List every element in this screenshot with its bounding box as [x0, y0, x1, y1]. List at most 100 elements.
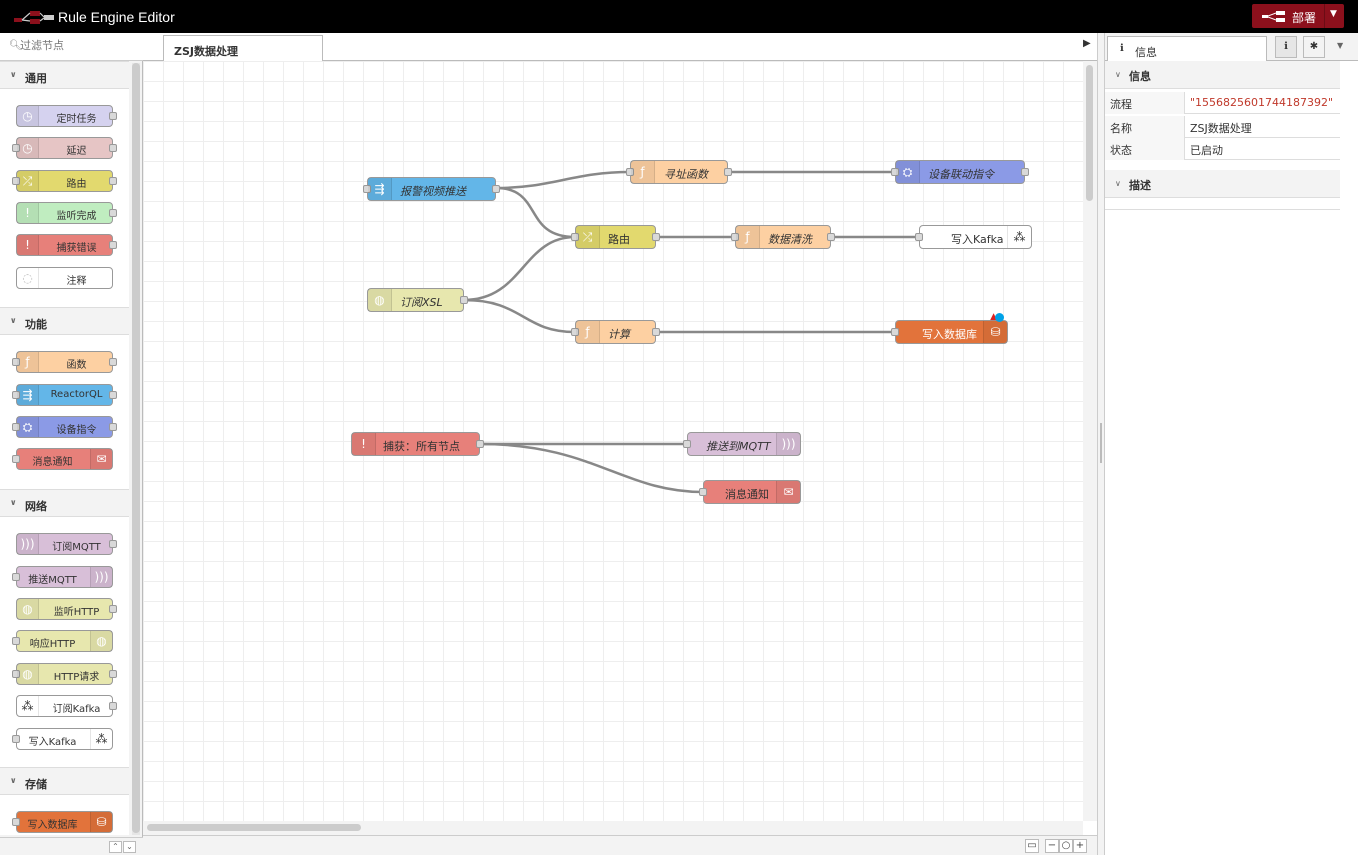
palette-node-label: ReactorQL [50, 389, 103, 400]
splitter-grip[interactable] [1100, 423, 1102, 463]
flow-node-address-func[interactable]: ƒ 寻址函数 [626, 160, 732, 184]
palette-node-notify[interactable]: 消息通知 ✉ [12, 448, 113, 470]
flow-node-msg-notify[interactable]: 消息通知 ✉ [699, 480, 801, 504]
output-port[interactable] [109, 702, 117, 710]
info-tab-button-icon[interactable]: ℹ [1275, 36, 1297, 58]
palette-node-label: 设备指令 [56, 425, 97, 436]
palette-node-http-response[interactable]: 响应HTTP ◍ [12, 630, 113, 652]
scrollbar-thumb[interactable] [1086, 65, 1093, 201]
output-port[interactable] [109, 540, 117, 548]
output-port[interactable] [109, 241, 117, 249]
kafka-icon: ⁂ [17, 696, 39, 716]
palette-node-function[interactable]: ƒ 函数 [12, 351, 117, 373]
palette-node-database[interactable]: 写入数据库 ⛁ [12, 811, 113, 833]
input-port[interactable] [699, 488, 707, 496]
palette-node-device[interactable]: ⛭ 设备指令 [12, 416, 117, 438]
node-label: 报警视频推送 [400, 185, 466, 198]
section-info-header[interactable]: ∨ 信息 [1105, 61, 1340, 89]
database-icon: ⛁ [90, 812, 112, 832]
tab-info[interactable]: ℹ 信息 [1107, 36, 1267, 62]
collapse-all-icon[interactable]: ⌃ [109, 841, 122, 853]
output-port[interactable] [109, 144, 117, 152]
input-port[interactable] [915, 233, 923, 241]
palette-node-mqtt-in[interactable]: ))) 订阅MQTT [16, 533, 117, 555]
navigator-map-icon[interactable]: ▭ [1025, 839, 1039, 853]
flow-node-alarm-video-push[interactable]: ⇶ 报警视频推送 [363, 177, 500, 201]
output-port[interactable] [109, 358, 117, 366]
flow-canvas[interactable]: ⇶ 报警视频推送 ƒ 寻址函数 ⛭ 设备联动指令 ⤮ 路由 ƒ 数据清洗 写入K… [143, 61, 1083, 821]
deploy-menu-caret-icon[interactable]: ▼ [1330, 9, 1337, 19]
output-port[interactable] [652, 233, 660, 241]
output-port[interactable] [109, 177, 117, 185]
palette-node-http-in[interactable]: ◍ 监听HTTP [16, 598, 117, 620]
tab-scroll-right-icon[interactable]: ▶ [1083, 38, 1091, 49]
flow-node-push-mqtt[interactable]: 推送到MQTT ))) [683, 432, 801, 456]
palette-node-comment[interactable]: ◌ 注释 [16, 267, 113, 289]
palette-category-function[interactable]: ∨ 功能 [0, 307, 129, 335]
palette-category-storage[interactable]: ∨ 存储 [0, 767, 129, 795]
scrollbar-thumb[interactable] [147, 824, 361, 831]
palette-node-kafka-in[interactable]: ⁂ 订阅Kafka [16, 695, 117, 717]
palette-node-kafka-out[interactable]: 写入Kafka ⁂ [12, 728, 113, 750]
input-port[interactable] [891, 328, 899, 336]
node-label: 写入数据库 [922, 328, 977, 341]
palette-node-label: 注释 [66, 276, 87, 287]
palette-category-network[interactable]: ∨ 网络 [0, 489, 129, 517]
output-port[interactable] [492, 185, 500, 193]
palette-node-reactorql[interactable]: ⇶ ReactorQL [12, 384, 117, 406]
reactorql-icon: ⇶ [17, 385, 39, 405]
canvas-horizontal-scrollbar[interactable] [143, 821, 1083, 835]
expand-all-icon[interactable]: ⌄ [123, 841, 136, 853]
tab-flow[interactable]: ZSJ数据处理 [163, 35, 323, 62]
output-port[interactable] [652, 328, 660, 336]
output-port[interactable] [109, 670, 117, 678]
output-port[interactable] [476, 440, 484, 448]
output-port[interactable] [109, 423, 117, 431]
section-desc-header[interactable]: ∨ 描述 [1105, 170, 1340, 198]
output-port[interactable] [460, 296, 468, 304]
palette-node-catch[interactable]: ! 捕获错误 [16, 234, 117, 256]
palette-node-mqtt-out[interactable]: 推送MQTT ))) [12, 566, 113, 588]
output-port[interactable] [109, 605, 117, 613]
output-port[interactable] [724, 168, 732, 176]
flow-node-write-kafka[interactable]: 写入Kafka ⁂ [915, 225, 1032, 249]
canvas-vertical-scrollbar[interactable] [1083, 61, 1097, 821]
output-port[interactable] [827, 233, 835, 241]
deploy-button[interactable]: 部署 ▼ [1252, 4, 1344, 28]
flow-node-calc[interactable]: ƒ 计算 [571, 320, 660, 344]
palette-node-label: 响应HTTP [29, 639, 76, 650]
debug-bug-icon[interactable]: ✱ [1303, 36, 1325, 58]
zoom-in-icon[interactable]: + [1073, 839, 1087, 853]
sidebar-scrollbar[interactable] [1340, 61, 1358, 855]
scrollbar-thumb[interactable] [132, 63, 140, 833]
flow-node-device-linkage[interactable]: ⛭ 设备联动指令 [891, 160, 1029, 184]
palette-node-label: 捕获错误 [56, 243, 97, 254]
output-port[interactable] [1021, 168, 1029, 176]
palette-node-inject[interactable]: ◷ 定时任务 [16, 105, 117, 127]
zoom-out-icon[interactable]: − [1045, 839, 1059, 853]
input-port[interactable] [683, 440, 691, 448]
flow-node-catch-all[interactable]: ! 捕获：所有节点 [351, 432, 484, 456]
zoom-reset-icon[interactable]: ○ [1059, 839, 1073, 853]
flow-node-route[interactable]: ⤮ 路由 [571, 225, 660, 249]
sidebar-splitter[interactable] [1097, 33, 1105, 855]
flow-node-subscribe-xsl[interactable]: ◍ 订阅XSL [367, 288, 468, 312]
palette-node-switch[interactable]: ⤮ 路由 [12, 170, 117, 192]
palette-category-common[interactable]: ∨ 通用 [0, 61, 129, 89]
palette-node-http-request[interactable]: ◍ HTTP请求 [12, 663, 117, 685]
flow-node-write-db[interactable]: 写入数据库 ⛁ ▲ [891, 312, 1008, 344]
palette-scrollbar[interactable] [132, 63, 140, 835]
palette-node-delay[interactable]: ◷ 延迟 [12, 137, 117, 159]
sidebar-menu-caret-icon[interactable]: ▼ [1337, 41, 1343, 50]
palette-filter: 🔍︎ [0, 33, 143, 61]
output-port[interactable] [109, 112, 117, 120]
palette-node-complete[interactable]: ! 监听完成 [16, 202, 117, 224]
palette-filter-input[interactable] [20, 39, 130, 52]
category-label: 通用 [25, 72, 47, 85]
output-port[interactable] [109, 209, 117, 217]
flow-node-data-clean[interactable]: ƒ 数据清洗 [731, 225, 835, 249]
output-port[interactable] [109, 391, 117, 399]
globe-icon: ◍ [90, 631, 112, 651]
radio-wave-icon: ))) [90, 567, 112, 587]
row-value: "1556825601744187392" [1190, 96, 1334, 109]
